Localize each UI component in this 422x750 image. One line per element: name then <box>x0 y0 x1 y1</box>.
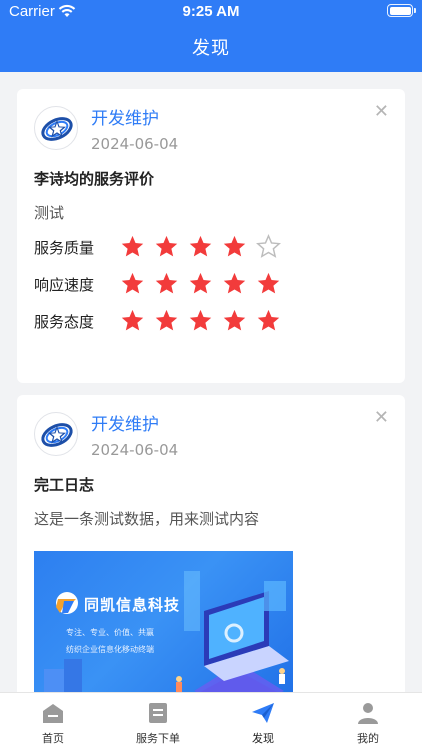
star-filled-icon <box>257 272 280 294</box>
status-time: 9:25 AM <box>182 3 240 20</box>
rating-label: 服务质量 <box>34 239 95 257</box>
home-icon <box>43 704 63 723</box>
star-filled-icon <box>121 309 144 331</box>
star-filled-icon <box>223 235 246 257</box>
post-content: 这是一条测试数据，用来测试内容 <box>34 510 260 528</box>
author-name[interactable]: 开发维护 <box>91 104 159 129</box>
brand-slogan: 专注、专业、价值、共赢 <box>66 628 154 637</box>
tab-home[interactable]: 首页 <box>3 693 103 750</box>
tab-bar: 首页 服务下单 发现 我的 <box>0 692 422 750</box>
star-filled-icon <box>155 235 178 257</box>
post-content: 测试 <box>34 204 65 222</box>
company-logo-icon <box>41 423 73 447</box>
tab-profile[interactable]: 我的 <box>318 693 418 750</box>
order-icon <box>149 703 167 723</box>
tab-label: 服务下单 <box>136 732 180 745</box>
feed-card[interactable]: 开发维护 2024-06-04 ✕ 完工日志 这是一条测试数据，用来测试内容 同… <box>17 395 405 692</box>
tab-label: 发现 <box>252 732 274 745</box>
author-name[interactable]: 开发维护 <box>91 410 159 435</box>
brand-tagline: 纺织企业信息化移动终端 <box>66 645 154 654</box>
post-title: 完工日志 <box>34 476 95 494</box>
post-date: 2024-06-04 <box>91 135 179 153</box>
star-empty-icon <box>256 234 281 258</box>
star-filled-icon <box>223 272 246 294</box>
rating-label: 响应速度 <box>34 276 95 294</box>
star-filled-icon <box>189 235 212 257</box>
rating-label: 服务态度 <box>34 313 95 331</box>
rating-row-attitude: 服务态度 <box>34 308 394 334</box>
discover-feed[interactable]: 开发维护 2024-06-04 ✕ 李诗均的服务评价 测试 服务质量 响应速度 … <box>0 72 422 692</box>
star-filled-icon <box>155 309 178 331</box>
post-image[interactable]: 同凯信息科技 专注、专业、价值、共赢 纺织企业信息化移动终端 <box>34 551 293 692</box>
brand-name: 同凯信息科技 <box>84 596 181 614</box>
close-icon[interactable]: ✕ <box>374 103 389 121</box>
avatar[interactable] <box>34 106 78 150</box>
star-filled-icon <box>223 309 246 331</box>
user-icon <box>358 703 378 724</box>
tab-label: 首页 <box>42 732 64 745</box>
close-icon[interactable]: ✕ <box>374 409 389 427</box>
tech-illustration <box>44 571 289 692</box>
star-filled-icon <box>189 309 212 331</box>
company-logo-icon <box>41 117 73 141</box>
star-filled-icon <box>257 309 280 331</box>
status-bar: Carrier 9:25 AM <box>0 0 422 24</box>
tab-discover[interactable]: 发现 <box>213 693 313 750</box>
discover-icon <box>252 703 274 723</box>
feed-card[interactable]: 开发维护 2024-06-04 ✕ 李诗均的服务评价 测试 服务质量 响应速度 … <box>17 89 405 383</box>
tab-label: 我的 <box>357 732 379 745</box>
rating-row-speed: 响应速度 <box>34 271 394 297</box>
tab-order[interactable]: 服务下单 <box>108 693 208 750</box>
app-header: Carrier 9:25 AM 发现 <box>0 0 422 72</box>
star-filled-icon <box>189 272 212 294</box>
star-filled-icon <box>155 272 178 294</box>
avatar[interactable] <box>34 412 78 456</box>
post-date: 2024-06-04 <box>91 441 179 459</box>
rating-row-quality: 服务质量 <box>34 234 394 260</box>
star-filled-icon <box>121 235 144 257</box>
page-title: 发现 <box>192 38 230 59</box>
star-filled-icon <box>121 272 144 294</box>
post-title: 李诗均的服务评价 <box>34 170 155 188</box>
battery-icon <box>387 4 416 17</box>
